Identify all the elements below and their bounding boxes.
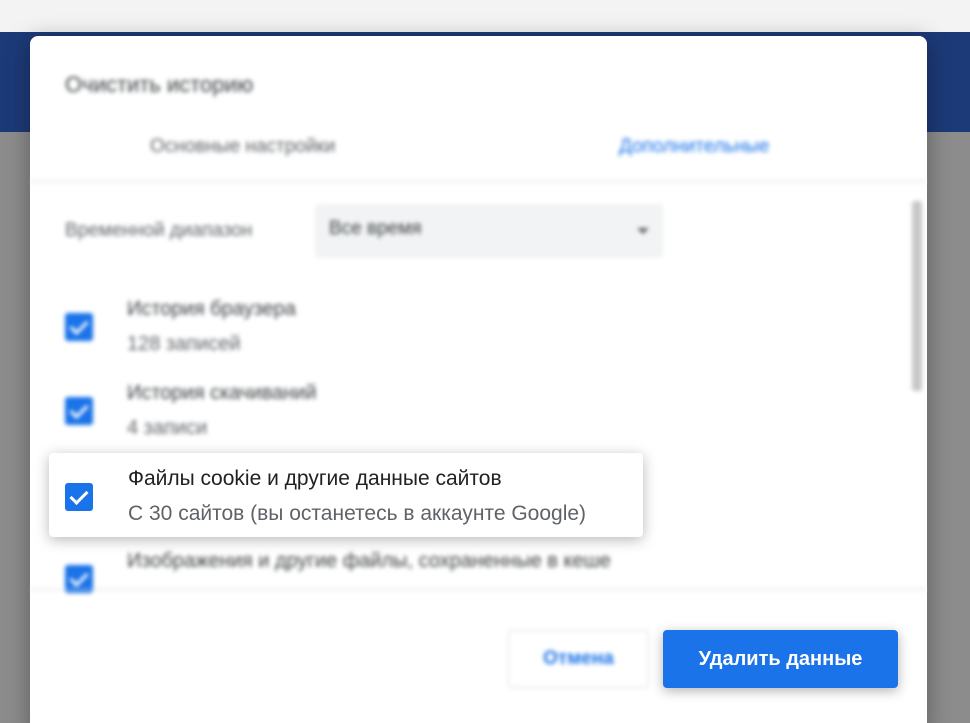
time-range-label: Временной диапазон — [65, 220, 253, 241]
time-range-select[interactable]: Все время — [315, 204, 663, 258]
dialog-title: Очистить историю — [65, 72, 254, 97]
chevron-down-icon — [637, 228, 649, 234]
cookies-item-highlighted: Файлы cookie и другие данные сайтов С 30… — [49, 453, 643, 537]
browser-topbar — [0, 0, 970, 32]
item-title: Файлы cookie и другие данные сайтов — [128, 467, 502, 490]
time-range-value: Все время — [329, 218, 422, 239]
item-detail: 4 записи — [127, 417, 208, 439]
tab-basic-settings[interactable]: Основные настройки — [150, 136, 335, 158]
delete-data-button[interactable]: Удалить данные — [663, 630, 898, 688]
item-title: История браузера — [127, 298, 296, 320]
footer-divider — [30, 589, 927, 590]
cancel-button[interactable]: Отмена — [508, 630, 649, 688]
item-detail: 128 записей — [127, 333, 241, 355]
tab-advanced-settings[interactable]: Дополнительные — [619, 136, 769, 158]
scrollbar-thumb[interactable] — [912, 201, 922, 391]
item-title: История скачиваний — [127, 382, 317, 404]
tabs-divider — [30, 181, 927, 182]
item-detail: С 30 сайтов (вы останетесь в аккаунте Go… — [128, 502, 587, 525]
clear-history-dialog: Очистить историю Основные настройки Допо… — [30, 36, 927, 723]
checkbox-browsing-history[interactable] — [65, 313, 93, 341]
item-title: Изображения и другие файлы, сохраненные … — [127, 550, 611, 572]
checkbox-cookies[interactable] — [65, 483, 93, 511]
checkbox-download-history[interactable] — [65, 397, 93, 425]
